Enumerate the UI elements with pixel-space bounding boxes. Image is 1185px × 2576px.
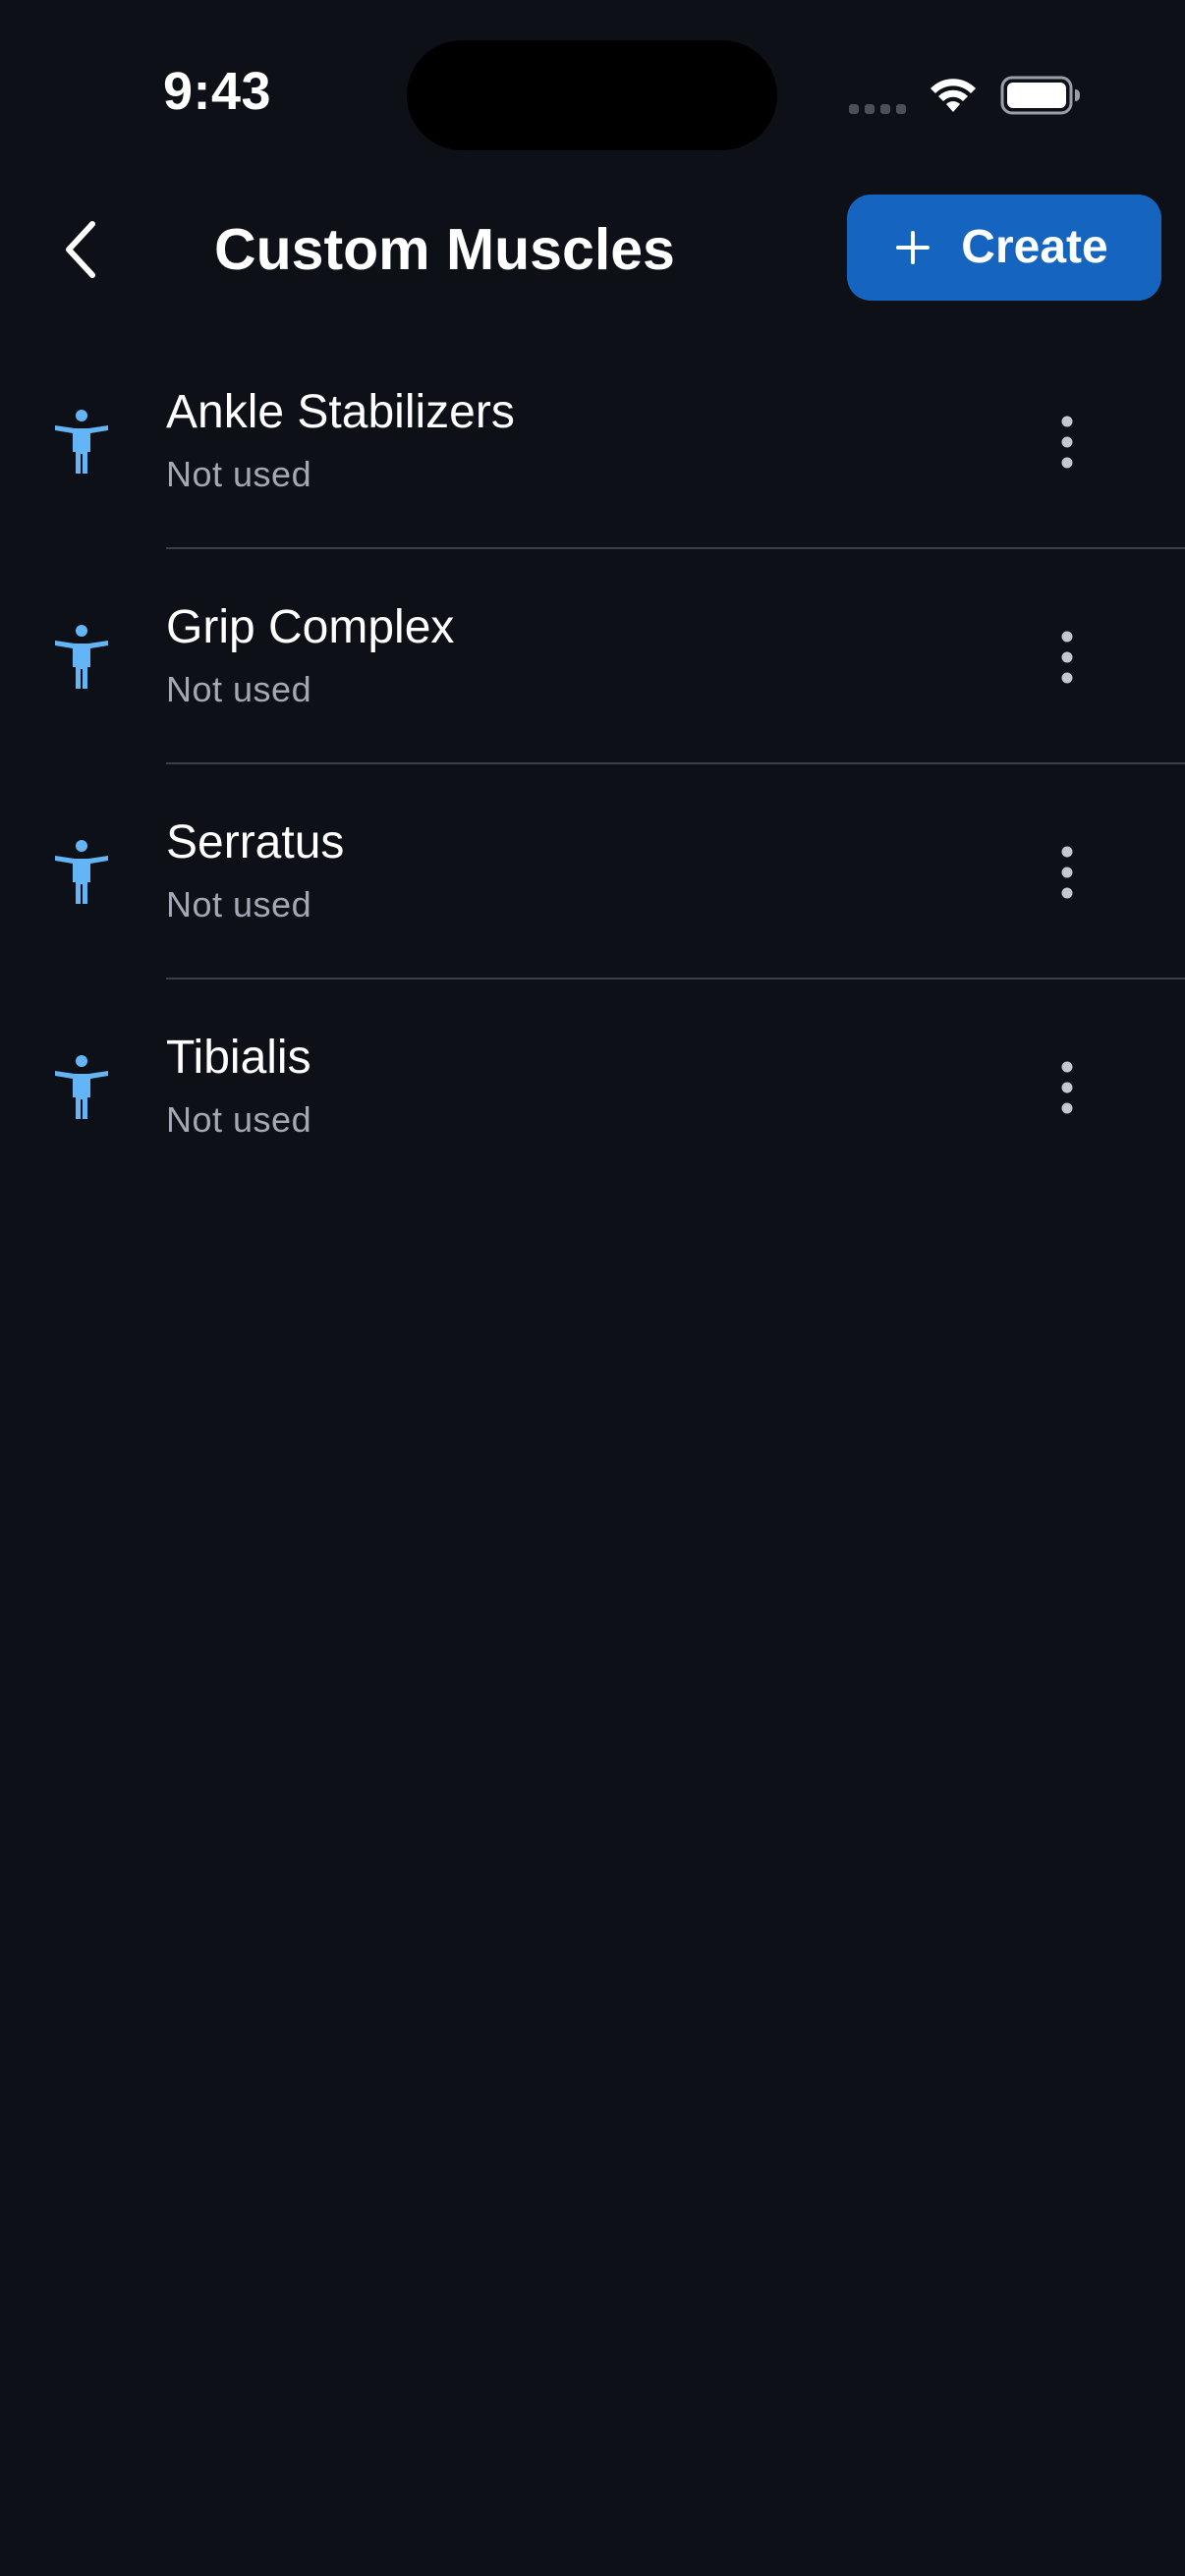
create-button[interactable]: Create [847,195,1161,301]
muscle-name: Grip Complex [166,601,455,653]
dynamic-island [407,40,777,150]
person-accessibility-icon [55,840,108,904]
list-item[interactable]: Grip Complex Not used [0,549,1185,764]
muscle-usage: Not used [166,1099,312,1140]
more-vertical-icon [1061,416,1073,469]
muscle-usage: Not used [166,454,312,494]
chevron-left-icon [66,221,95,278]
more-vertical-icon [1061,846,1073,899]
list-item[interactable]: Serratus Not used [0,764,1185,980]
muscle-name: Serratus [166,816,345,868]
page-title: Custom Muscles [214,217,675,282]
battery-icon [1000,76,1080,115]
plus-icon [896,231,931,264]
muscle-usage: Not used [166,884,312,924]
more-vertical-icon [1061,1061,1073,1114]
wifi-icon [931,79,976,112]
more-options-button[interactable] [1038,403,1097,481]
status-time: 9:43 [163,62,272,121]
person-accessibility-icon [55,625,108,689]
list-item[interactable]: Tibialis Not used [0,980,1185,1195]
muscle-list: Ankle Stabilizers Not used Grip Complex … [0,334,1185,1195]
muscle-usage: Not used [166,669,312,709]
person-accessibility-icon [55,410,108,474]
more-vertical-icon [1061,631,1073,684]
person-accessibility-icon [55,1055,108,1119]
create-button-label: Create [961,221,1108,273]
more-options-button[interactable] [1038,618,1097,697]
muscle-name: Ankle Stabilizers [166,386,515,438]
status-bar: 9:43 [0,0,1185,187]
back-button[interactable] [45,214,116,285]
more-options-button[interactable] [1038,833,1097,912]
more-options-button[interactable] [1038,1048,1097,1127]
list-item[interactable]: Ankle Stabilizers Not used [0,334,1185,549]
muscle-name: Tibialis [166,1032,311,1084]
app-header: Custom Muscles Create [0,187,1185,314]
cellular-signal-icon [849,104,908,114]
